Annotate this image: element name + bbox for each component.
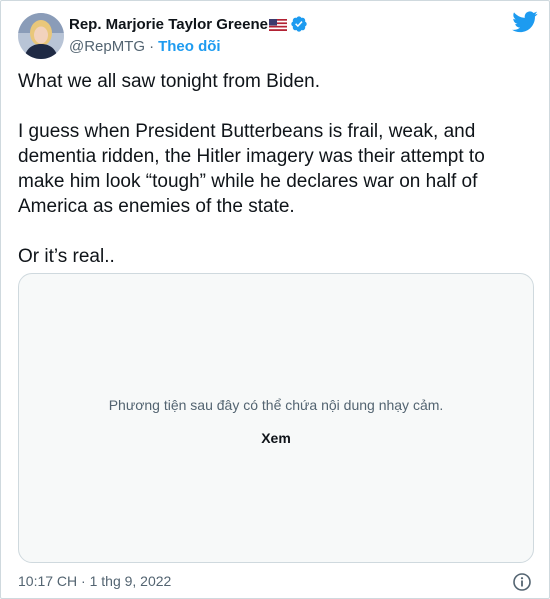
tweet-paragraph: Or it’s real.. — [18, 246, 115, 267]
avatar[interactable] — [18, 13, 64, 59]
sensitive-media-container[interactable]: Phương tiện sau đây có thể chứa nội dung… — [18, 273, 534, 563]
view-media-button[interactable]: Xem — [19, 430, 533, 446]
verified-badge-icon — [290, 15, 308, 33]
tweet-card: Rep. Marjorie Taylor Greene @RepMTG · Th… — [0, 0, 550, 599]
info-icon[interactable] — [512, 572, 532, 592]
display-name[interactable]: Rep. Marjorie Taylor Greene — [69, 16, 268, 33]
follow-button[interactable]: Theo dõi — [158, 38, 221, 55]
tweet-paragraph: What we all saw tonight from Biden. — [18, 71, 321, 92]
tweet-text: What we all saw tonight from Biden. I gu… — [18, 69, 534, 269]
user-names: Rep. Marjorie Taylor Greene @RepMTG · Th… — [69, 14, 308, 56]
twitter-bird-icon[interactable] — [512, 11, 538, 33]
tweet-paragraph: I guess when President Butterbeans is fr… — [18, 121, 485, 217]
us-flag-icon — [268, 18, 287, 31]
tweet-header: Rep. Marjorie Taylor Greene @RepMTG · Th… — [18, 11, 538, 61]
separator-dot: · — [149, 37, 155, 55]
tweet-timestamp[interactable]: 10:17 CH · 1 thg 9, 2022 — [18, 573, 171, 589]
sensitive-media-warning: Phương tiện sau đây có thể chứa nội dung… — [108, 397, 444, 413]
user-handle[interactable]: @RepMTG — [69, 38, 145, 55]
